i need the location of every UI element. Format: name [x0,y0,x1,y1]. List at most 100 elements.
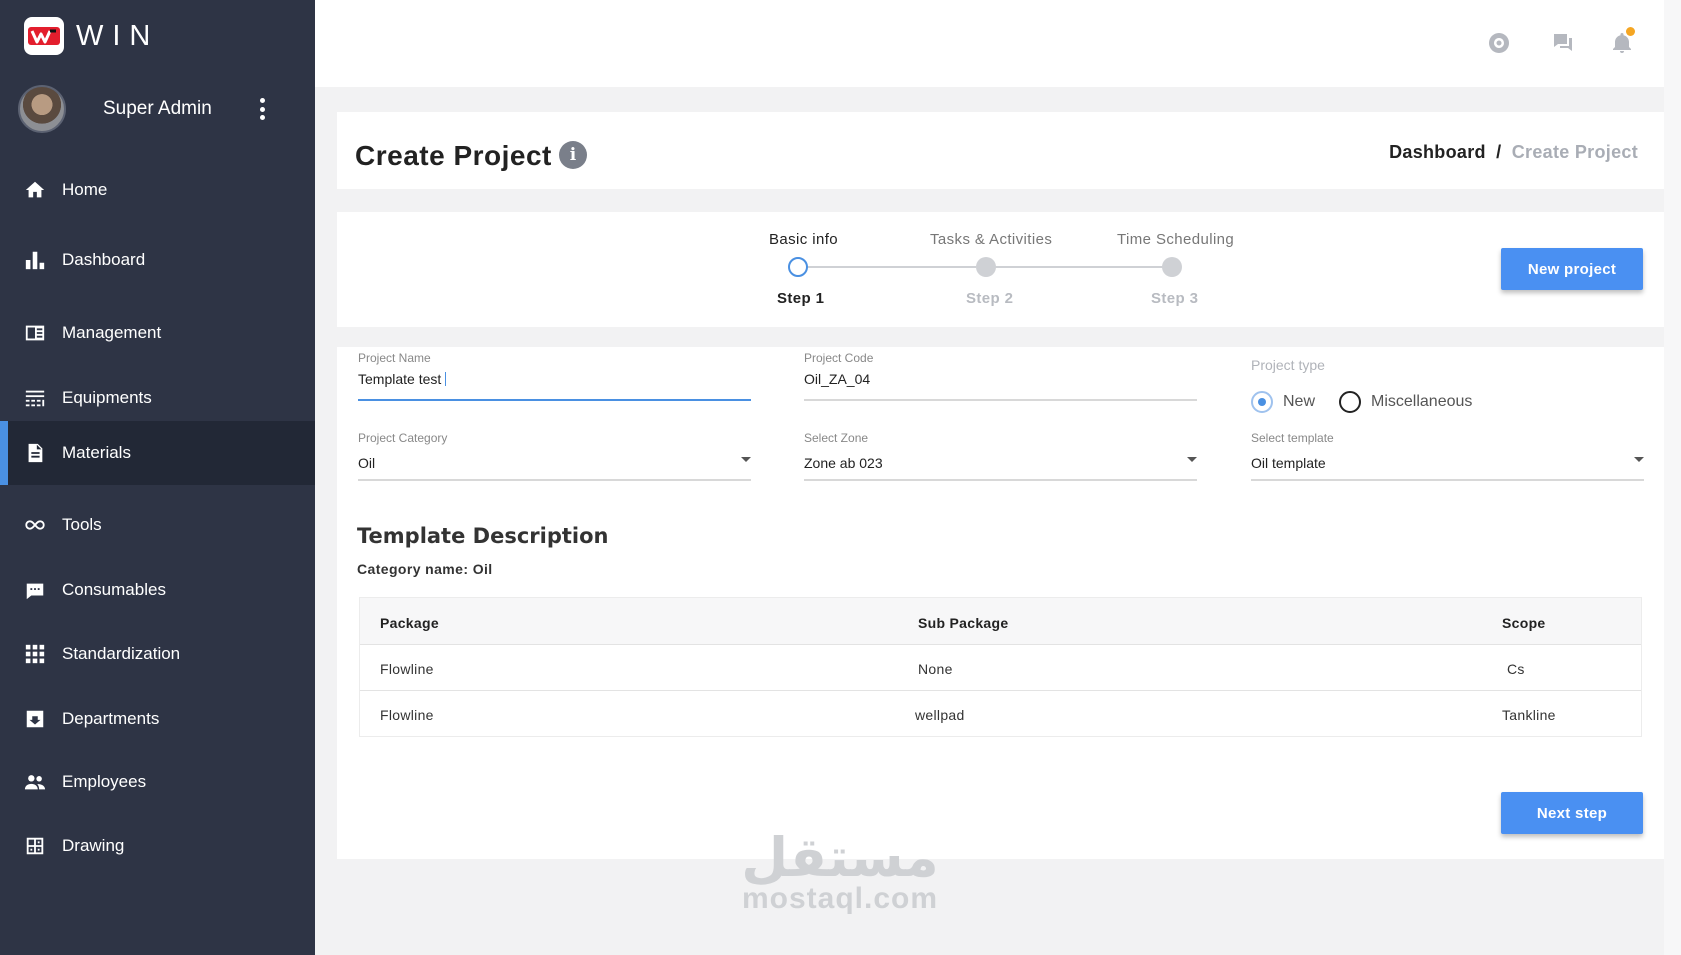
dropdown-arrow-icon [1634,457,1644,462]
chat-dots-icon [24,579,46,601]
table-header: Package Sub Package Scope [360,598,1641,644]
table-row[interactable]: Flowline None Cs [360,644,1641,690]
page-title: Create Project [355,140,552,171]
grid-icon [24,643,46,665]
nav-label: Departments [62,709,160,728]
project-type-new-radio[interactable]: New [1251,391,1315,413]
notification-dot [1626,27,1635,36]
avatar[interactable] [18,85,66,133]
nav-item-tools[interactable]: Tools [0,493,315,557]
nav-label: Drawing [62,836,125,855]
nav-label: Home [62,180,108,199]
user-profile: Super Admin [18,85,298,133]
top-bar [315,0,1664,87]
project-code-input[interactable]: Oil_ZA_04 [804,371,870,387]
step-2-dot[interactable] [976,257,996,277]
cell-package: Flowline [380,707,434,723]
cell-scope: Tankline [1502,707,1556,723]
project-category-label: Project Category [358,431,448,445]
select-template-label: Select template [1251,431,1334,445]
nav-item-home[interactable]: Home [0,158,315,222]
step-2-title[interactable]: Tasks & Activities [930,231,1052,248]
project-name-field[interactable]: Project Name Template test [358,351,751,401]
nav-item-departments[interactable]: Departments [0,687,315,751]
select-zone-value: Zone ab 023 [804,455,883,471]
step-3-title[interactable]: Time Scheduling [1117,231,1234,248]
scrollbar[interactable] [1664,0,1681,955]
kebab-menu-icon[interactable] [250,96,274,122]
project-code-field[interactable]: Project Code Oil_ZA_04 [804,351,1197,401]
project-name-label: Project Name [358,351,431,365]
template-description-title: Template Description [357,524,609,548]
management-icon [24,322,46,344]
dropdown-arrow-icon [1187,457,1197,462]
project-name-input[interactable]: Template test [358,371,447,387]
column-header-package: Package [380,615,439,631]
breadcrumb-dashboard-link[interactable]: Dashboard [1389,142,1486,162]
dropdown-arrow-icon [741,457,751,462]
cell-sub-package: wellpad [915,707,965,723]
step-1-label: Step 1 [777,290,825,307]
step-1-dot[interactable] [788,257,808,277]
field-underline [358,399,751,401]
project-name-value: Template test [358,371,442,387]
select-zone-select[interactable]: Select Zone Zone ab 023 [804,431,1197,481]
watermark-arabic: مستقل [741,826,939,889]
project-type-label: Project type [1251,357,1325,373]
win-logo-icon [24,17,64,55]
drawing-icon [24,835,46,857]
radio-unchecked-icon [1339,391,1361,413]
page-header: Create Project i Dashboard / Create Proj… [337,112,1664,189]
support-icon[interactable] [1486,30,1512,56]
info-icon[interactable]: i [559,141,587,169]
table-row[interactable]: Flowline wellpad Tankline [360,690,1641,736]
bell-icon[interactable] [1609,27,1635,56]
project-code-label: Project Code [804,351,874,365]
nav-label: Equipments [62,388,152,407]
field-underline [804,479,1197,481]
select-template-select[interactable]: Select template Oil template [1251,431,1644,481]
nav-label: Management [62,323,162,342]
radio-label: New [1283,393,1316,410]
select-template-value: Oil template [1251,455,1326,471]
nav-item-dashboard[interactable]: Dashboard [0,228,315,292]
brand[interactable]: WIN [24,17,159,55]
nav-label: Tools [62,515,102,534]
next-step-button[interactable]: Next step [1501,792,1643,834]
mostaql-watermark: مستقل mostaql.com [730,830,950,916]
radio-checked-icon [1251,391,1273,413]
nav-item-employees[interactable]: Employees [0,750,315,814]
step-1-title[interactable]: Basic info [769,231,838,248]
home-icon [24,179,46,201]
radio-label: Miscellaneous [1371,393,1473,410]
nav-item-consumables[interactable]: Consumables [0,558,315,622]
step-connector [986,266,1172,268]
archive-icon [24,708,46,730]
nav-item-materials[interactable]: Materials [0,421,315,485]
nav-label: Dashboard [62,250,146,269]
user-name: Super Admin [103,98,212,119]
brand-name: WIN [76,19,160,52]
new-project-button[interactable]: New project [1501,248,1643,290]
column-header-sub-package: Sub Package [918,615,1009,631]
nav-item-management[interactable]: Management [0,301,315,365]
nav-label: Consumables [62,580,166,599]
step-2-label: Step 2 [966,290,1014,307]
field-underline [1251,479,1644,481]
breadcrumb-current: Create Project [1511,142,1638,162]
step-3-label: Step 3 [1151,290,1199,307]
step-3-dot[interactable] [1162,257,1182,277]
field-underline [358,479,751,481]
cell-package: Flowline [380,661,434,677]
nav-label: Employees [62,772,147,791]
project-category-select[interactable]: Project Category Oil [358,431,751,481]
select-zone-label: Select Zone [804,431,869,445]
equipments-icon [24,387,46,409]
nav-item-drawing[interactable]: Drawing [0,814,315,878]
nav-item-standardization[interactable]: Standardization [0,622,315,686]
category-name: Category name: Oil [357,561,493,577]
form-card: Project Name Template test Project Code … [337,347,1664,859]
sidebar: WIN Super Admin Home Dashboard Managemen… [0,0,315,955]
project-type-miscellaneous-radio[interactable]: Miscellaneous [1339,391,1472,413]
chat-icon[interactable] [1550,30,1576,56]
